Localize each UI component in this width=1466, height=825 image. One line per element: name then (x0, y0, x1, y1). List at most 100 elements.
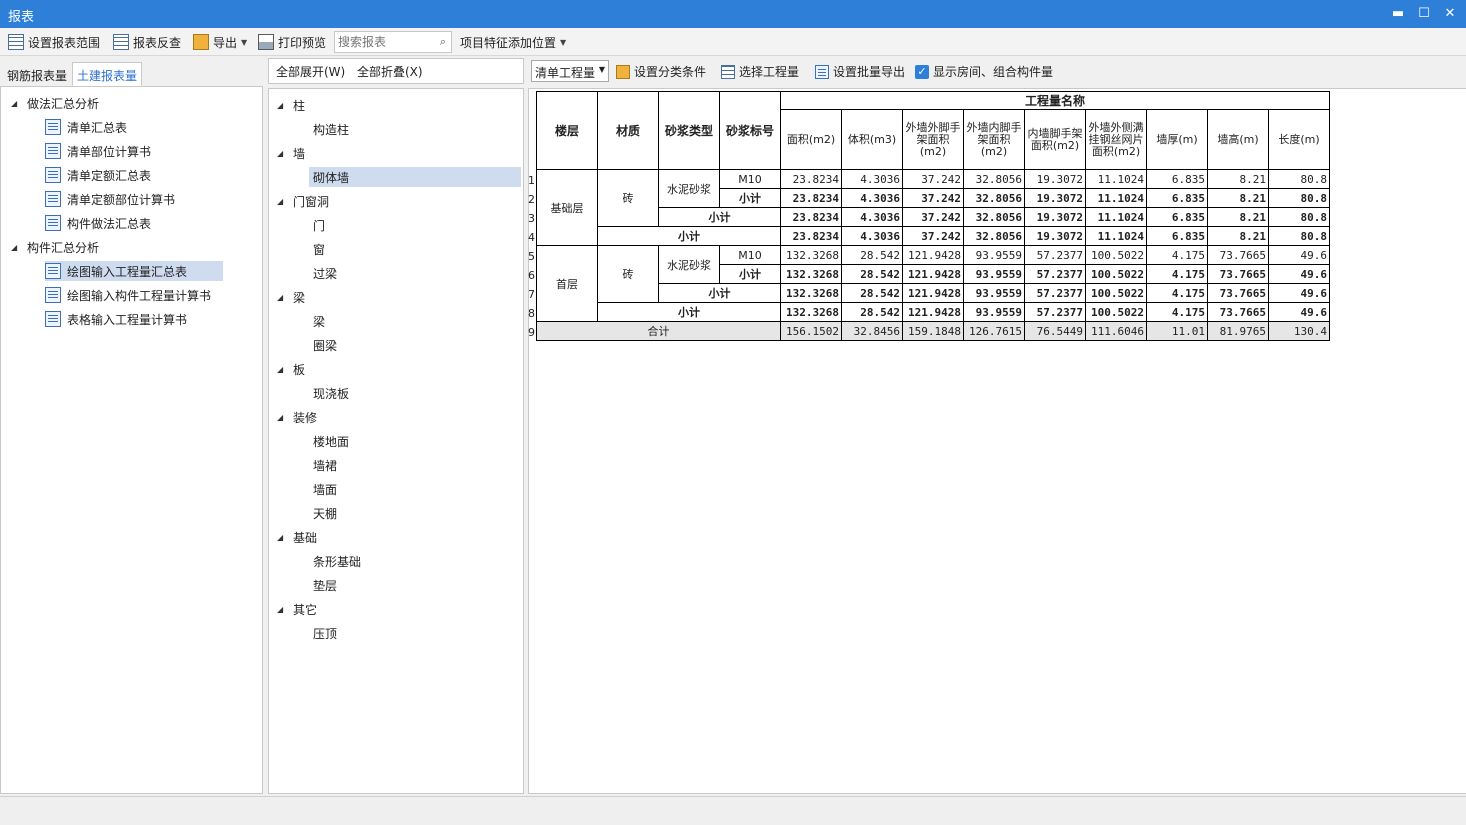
component-item[interactable]: 构造柱 (309, 119, 521, 139)
expand-triangle-icon[interactable]: ◢ (277, 365, 287, 374)
export-button[interactable]: 导出 ▼ (193, 32, 247, 52)
component-item[interactable]: 压顶 (309, 623, 521, 643)
subtotal-value-cell: 11.1024 (1085, 188, 1147, 208)
component-item[interactable]: 墙裙 (309, 455, 521, 475)
subtotal-value-cell: 11.1024 (1085, 207, 1147, 227)
middle-toolbar: 全部展开(W) 全部折叠(X) (268, 58, 524, 84)
report-item[interactable]: 清单部位计算书 (45, 141, 187, 161)
set-report-range-label: 设置报表范围 (28, 35, 101, 50)
report-item[interactable]: 绘图输入工程量汇总表 (45, 261, 224, 281)
value-cell: 19.3072 (1024, 169, 1086, 189)
expand-all-button[interactable]: 全部展开(W) (276, 63, 345, 80)
report-item[interactable]: 构件做法汇总表 (45, 213, 187, 233)
report-item[interactable]: 清单定额汇总表 (45, 165, 187, 185)
component-category[interactable]: ◢ 板 (277, 359, 305, 379)
subtotal-value-cell: 4.175 (1146, 302, 1208, 322)
expand-triangle-icon[interactable]: ◢ (11, 243, 21, 252)
value-cell: 6.835 (1146, 169, 1208, 189)
material-cell: 砖 (597, 169, 659, 227)
component-item[interactable]: 天棚 (309, 503, 521, 523)
minimize-button[interactable]: ▬ (1386, 4, 1410, 24)
print-icon (258, 34, 274, 50)
total-value-cell: 76.5449 (1024, 321, 1086, 341)
subtotal-value-cell: 121.9428 (902, 302, 964, 322)
maximize-button[interactable]: ☐ (1412, 4, 1436, 24)
expand-triangle-icon[interactable]: ◢ (277, 413, 287, 422)
print-preview-button[interactable]: 打印预览 (258, 32, 326, 52)
component-item[interactable]: 楼地面 (309, 431, 521, 451)
report-item[interactable]: 清单汇总表 (45, 117, 163, 137)
report-item[interactable]: 清单定额部位计算书 (45, 189, 211, 209)
select-quantity-button[interactable]: 选择工程量 (721, 63, 799, 80)
component-category[interactable]: ◢ 其它 (277, 599, 317, 619)
show-rooms-checkbox[interactable]: ✓ 显示房间、组合构件量 (915, 63, 1053, 80)
batch-export-button[interactable]: 设置批量导出 (815, 63, 905, 80)
search-input[interactable] (335, 32, 433, 52)
component-category[interactable]: ◢ 基础 (277, 527, 317, 547)
header-material: 材质 (597, 91, 659, 170)
tree-item-label: 清单汇总表 (67, 120, 128, 135)
component-item[interactable]: 垫层 (309, 575, 521, 595)
component-item[interactable]: 圈梁 (309, 335, 521, 355)
component-item[interactable]: 条形基础 (309, 551, 521, 571)
component-item[interactable]: 窗 (309, 239, 521, 259)
set-category-button[interactable]: 设置分类条件 (616, 63, 706, 80)
component-item[interactable]: 过梁 (309, 263, 521, 283)
value-cell: 121.9428 (902, 245, 964, 265)
set-report-range-button[interactable]: 设置报表范围 (8, 32, 100, 52)
component-category[interactable]: ◢ 门窗洞 (277, 191, 329, 211)
expand-triangle-icon[interactable]: ◢ (277, 101, 287, 110)
tree-item-label: 绘图输入工程量汇总表 (67, 264, 188, 279)
component-category[interactable]: ◢ 墙 (277, 143, 305, 163)
component-item[interactable]: 墙面 (309, 479, 521, 499)
quantity-type-select[interactable]: 清单工程量 ▼ (531, 60, 609, 82)
value-cell: 80.8 (1268, 169, 1330, 189)
value-cell: 4.175 (1146, 245, 1208, 265)
expand-triangle-icon[interactable]: ◢ (277, 293, 287, 302)
component-category[interactable]: ◢ 装修 (277, 407, 317, 427)
tree-item-label: 门窗洞 (293, 194, 330, 209)
search-icon[interactable]: ⌕ (440, 35, 446, 49)
component-category[interactable]: ◢ 柱 (277, 95, 305, 115)
report-check-button[interactable]: 报表反查 (113, 32, 181, 52)
expand-triangle-icon[interactable]: ◢ (277, 605, 287, 614)
component-item[interactable]: 现浇板 (309, 383, 521, 403)
subtotal-value-cell: 32.8056 (963, 188, 1025, 208)
component-category[interactable]: ◢ 梁 (277, 287, 305, 307)
report-doc-icon (45, 287, 61, 303)
tree-item-label: 砌体墙 (313, 170, 350, 185)
expand-triangle-icon[interactable]: ◢ (277, 149, 287, 158)
report-item[interactable]: 表格输入工程量计算书 (45, 309, 223, 329)
tree-group[interactable]: ◢ 做法汇总分析 (11, 93, 99, 113)
report-item[interactable]: 绘图输入构件工程量计算书 (45, 285, 247, 305)
header-mortar-type: 砂浆类型 (658, 91, 720, 170)
tab-civil-report[interactable]: 土建报表量 (72, 62, 143, 86)
component-item[interactable]: 砌体墙 (309, 167, 521, 187)
subtotal-value-cell: 73.7665 (1207, 283, 1269, 303)
tree-group[interactable]: ◢ 构件汇总分析 (11, 237, 99, 257)
header-column: 墙高(m) (1207, 109, 1269, 170)
main-toolbar: 设置报表范围 报表反查 导出 ▼ 打印预览 项目特征添加位置 ▼ (0, 28, 1466, 56)
close-button[interactable]: ✕ (1438, 4, 1462, 24)
value-cell: 132.3268 (780, 245, 842, 265)
total-value-cell: 11.01 (1146, 321, 1208, 341)
component-item[interactable]: 门 (309, 215, 521, 235)
tree-item-label: 装修 (293, 410, 318, 425)
subtotal-value-cell: 100.5022 (1085, 264, 1147, 284)
tree-item-label: 过梁 (313, 266, 338, 281)
subtotal-value-cell: 57.2377 (1024, 302, 1086, 322)
tab-steel-report[interactable]: 钢筋报表量 (2, 62, 72, 86)
checkmark-icon[interactable]: ✓ (915, 64, 929, 79)
subtotal-value-cell: 37.242 (902, 188, 964, 208)
tree-item-label: 圈梁 (313, 338, 338, 353)
floor-subtotal-label: 小计 (597, 302, 781, 322)
search-box: ⌕ (334, 31, 452, 53)
feature-position-dropdown[interactable]: 项目特征添加位置 ▼ (460, 32, 566, 52)
collapse-all-button[interactable]: 全部折叠(X) (357, 63, 423, 80)
expand-triangle-icon[interactable]: ◢ (277, 197, 287, 206)
value-cell: 73.7665 (1207, 245, 1269, 265)
expand-triangle-icon[interactable]: ◢ (277, 533, 287, 542)
total-value-cell: 32.8456 (841, 321, 903, 341)
expand-triangle-icon[interactable]: ◢ (11, 99, 21, 108)
component-item[interactable]: 梁 (309, 311, 521, 331)
